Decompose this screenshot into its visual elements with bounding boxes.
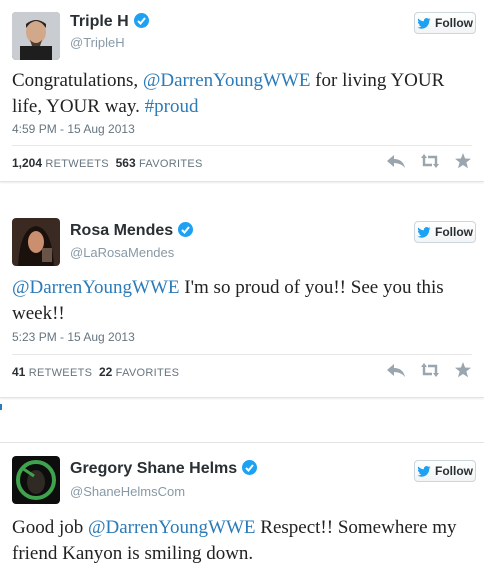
avatar[interactable] (12, 456, 60, 504)
tweet-timestamp[interactable]: 4:59 PM - 15 Aug 2013 (12, 122, 135, 136)
avatar[interactable] (12, 218, 60, 266)
user-handle[interactable]: @TripleH (70, 35, 125, 50)
favorite-star-icon[interactable] (454, 153, 474, 169)
verified-badge-icon (133, 13, 149, 28)
divider (12, 145, 472, 146)
tweet-stats: 1,204 RETWEETS 563 FAVORITES (12, 156, 203, 170)
tweet-text: @DarrenYoungWWE I'm so proud of you!! Se… (12, 277, 444, 324)
tweet-actions (386, 362, 474, 378)
tweet-actions (386, 153, 474, 169)
tweet-stats: 41 RETWEETS 22 FAVORITES (12, 365, 180, 379)
twitter-bird-icon (417, 17, 431, 29)
tweet-timestamp[interactable]: 5:23 PM - 15 Aug 2013 (12, 330, 135, 344)
follow-button[interactable]: Follow (414, 460, 476, 482)
avatar-photo-icon (12, 456, 60, 504)
favorite-count[interactable]: 563 (116, 156, 136, 170)
mention-link[interactable]: @DarrenYoungWWE (143, 70, 311, 91)
mention-link[interactable]: @DarrenYoungWWE (12, 277, 180, 298)
reply-icon[interactable] (386, 362, 406, 378)
twitter-bird-icon (417, 465, 431, 477)
verified-badge-icon (178, 222, 194, 237)
twitter-bird-icon (417, 226, 431, 238)
retweet-icon[interactable] (420, 362, 440, 378)
retweet-count[interactable]: 1,204 (12, 156, 42, 170)
display-name[interactable]: Triple H (70, 13, 149, 31)
avatar-photo-icon (12, 12, 60, 60)
tweet-text: Congratulations, @DarrenYoungWWE for liv… (12, 70, 445, 117)
retweet-icon[interactable] (420, 153, 440, 169)
favorite-star-icon[interactable] (454, 362, 474, 378)
hashtag-link[interactable]: #proud (145, 96, 199, 117)
edge-artifact (0, 402, 3, 412)
user-handle[interactable]: @LaRosaMendes (70, 245, 174, 260)
favorite-count[interactable]: 22 (99, 365, 112, 379)
display-name[interactable]: Rosa Mendes (70, 222, 194, 240)
tweet-card-rosa-mendes: Rosa Mendes @LaRosaMendes Follow @Darren… (0, 205, 484, 398)
retweet-count[interactable]: 41 (12, 365, 25, 379)
tweet-text: Good job @DarrenYoungWWE Respect!! Somew… (12, 517, 457, 564)
avatar-photo-icon (12, 218, 60, 266)
user-handle[interactable]: @ShaneHelmsCom (70, 484, 185, 499)
reply-icon[interactable] (386, 153, 406, 169)
tweet-card-triple-h: Triple H @TripleH Follow Congratulations… (0, 0, 484, 182)
mention-link[interactable]: @DarrenYoungWWE (88, 517, 256, 538)
verified-badge-icon (242, 460, 258, 475)
tweet-card-shane-helms: Gregory Shane Helms @ShaneHelmsCom Follo… (0, 442, 484, 566)
follow-button[interactable]: Follow (414, 12, 476, 34)
avatar[interactable] (12, 12, 60, 60)
divider (12, 354, 472, 355)
follow-button[interactable]: Follow (414, 221, 476, 243)
display-name[interactable]: Gregory Shane Helms (70, 460, 258, 478)
